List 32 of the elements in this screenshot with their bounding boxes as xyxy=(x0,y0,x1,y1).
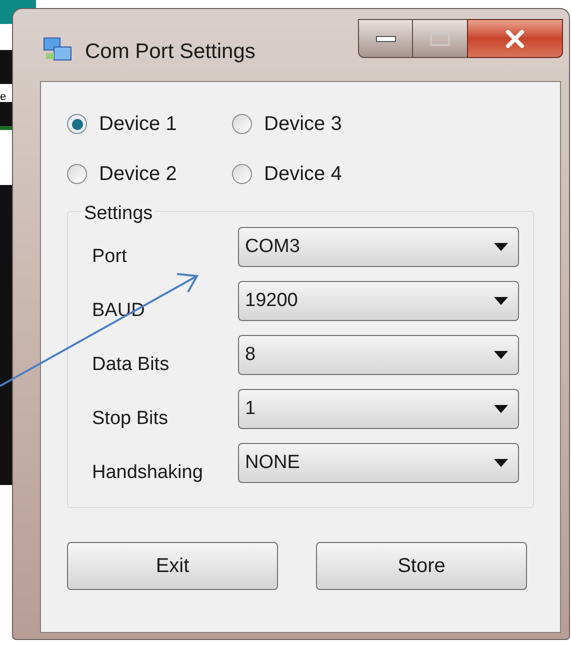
radio-button[interactable] xyxy=(232,114,252,134)
dialog-button[interactable]: Store xyxy=(316,542,527,590)
minimize-icon xyxy=(376,36,396,42)
caret-icon xyxy=(494,351,508,359)
maximize-icon xyxy=(430,32,450,46)
field-label: Handshaking xyxy=(92,461,204,485)
field-label: Stop Bits xyxy=(92,407,170,431)
dropdown[interactable]: 19200 xyxy=(238,281,519,321)
window-title: Com Port Settings xyxy=(85,39,256,65)
dropdown[interactable]: NONE xyxy=(238,443,519,483)
dropdown[interactable]: 8 xyxy=(238,335,519,375)
close-icon xyxy=(505,30,525,48)
minimize-button[interactable] xyxy=(358,19,413,58)
dropdown[interactable]: COM3 xyxy=(238,227,519,267)
close-button[interactable] xyxy=(467,19,563,58)
radio-button[interactable] xyxy=(67,114,87,134)
dropdown[interactable]: 1 xyxy=(238,389,519,429)
caret-icon xyxy=(494,297,508,305)
field-label: Port xyxy=(92,245,128,269)
caret-icon xyxy=(494,405,508,413)
caret-icon xyxy=(494,459,508,467)
radio-button[interactable] xyxy=(67,164,87,184)
field-label: Data Bits xyxy=(92,353,170,377)
radio-label: Device 1 xyxy=(99,112,177,137)
radio-button[interactable] xyxy=(232,164,252,184)
radio-label: Device 3 xyxy=(264,112,342,137)
backdrop-text: e xyxy=(0,91,6,103)
maximize-button[interactable] xyxy=(413,19,467,58)
caret-icon xyxy=(494,243,508,251)
dialog-button[interactable]: Exit xyxy=(67,542,278,590)
radio-label: Device 2 xyxy=(99,162,177,187)
radio-label: Device 4 xyxy=(264,162,342,187)
